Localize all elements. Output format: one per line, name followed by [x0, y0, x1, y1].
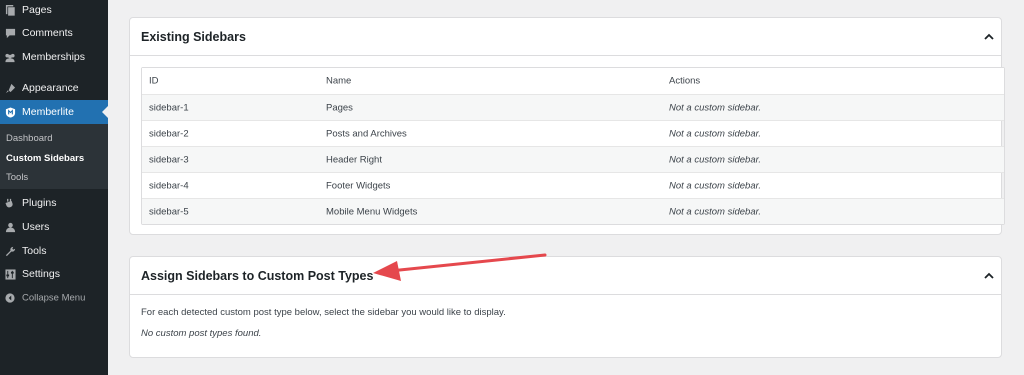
cell-name: Header Right: [326, 154, 382, 165]
cell-id: sidebar-5: [149, 206, 189, 217]
sidebar-item-tools[interactable]: Tools: [0, 239, 108, 263]
sidebar-item-label: Users: [22, 221, 50, 233]
panel-header: Assign Sidebars to Custom Post Types: [130, 257, 1001, 295]
cell-name: Pages: [326, 102, 353, 113]
cell-id: sidebar-1: [149, 102, 189, 113]
cell-name: Mobile Menu Widgets: [326, 206, 418, 217]
sidebar-item-label: Appearance: [22, 82, 79, 94]
sidebar-item-users[interactable]: Users: [0, 215, 108, 239]
existing-sidebars-panel: Existing Sidebars ID Name Actions sideba…: [129, 17, 1005, 235]
cell-action: Not a custom sidebar.: [669, 102, 762, 113]
submenu-item-dashboard[interactable]: Dashboard: [6, 133, 52, 144]
assign-sidebars-panel: Assign Sidebars to Custom Post Types For…: [129, 256, 1002, 358]
sidebar-item-label: Memberlite: [22, 106, 74, 118]
table-row: sidebar-2 Posts and Archives Not a custo…: [142, 120, 1004, 146]
sidebar-item-label: Plugins: [22, 197, 57, 209]
panel-header: Existing Sidebars: [130, 18, 1001, 56]
sidebar-item-memberlite[interactable]: Memberlite: [0, 100, 108, 124]
sidebar-item-label: Comments: [22, 27, 73, 39]
column-header-actions: Actions: [669, 75, 701, 87]
cell-id: sidebar-4: [149, 180, 189, 191]
cell-name: Footer Widgets: [326, 180, 391, 191]
memberships-icon: [4, 51, 16, 63]
sidebar-item-label: Memberships: [22, 51, 86, 63]
sidebar-item-settings[interactable]: Settings: [0, 262, 108, 286]
sidebar-item-comments[interactable]: Comments: [0, 21, 108, 45]
sidebar-item-label: Settings: [22, 268, 60, 280]
column-header-id: ID: [149, 75, 159, 87]
table-row: sidebar-4 Footer Widgets Not a custom si…: [142, 172, 1004, 198]
table-row: sidebar-1 Pages Not a custom sidebar.: [142, 94, 1004, 120]
chevron-up-icon[interactable]: [983, 31, 995, 43]
collapse-menu-button[interactable]: Collapse Menu: [0, 286, 108, 310]
cell-action: Not a custom sidebar.: [669, 154, 762, 165]
sidebar-item-plugins[interactable]: Plugins: [0, 191, 108, 215]
column-header-name: Name: [326, 75, 352, 87]
submenu-item-tools[interactable]: Tools: [6, 172, 28, 183]
assign-description: For each detected custom post type below…: [141, 307, 506, 318]
plugins-icon: [4, 197, 16, 209]
collapse-menu-label: Collapse Menu: [22, 292, 86, 304]
users-icon: [4, 221, 16, 233]
cell-name: Posts and Archives: [326, 128, 407, 139]
chevron-up-icon[interactable]: [983, 270, 995, 282]
admin-sidebar: Pages Comments Memberships Appearance Me…: [0, 0, 108, 375]
wrench-icon: [4, 245, 16, 257]
sidebar-item-memberships[interactable]: Memberships: [0, 45, 108, 69]
table-header-row: ID Name Actions: [142, 68, 1004, 94]
memberlite-submenu: Dashboard Custom Sidebars Tools: [0, 124, 108, 189]
cell-id: sidebar-2: [149, 128, 189, 139]
panel-title: Assign Sidebars to Custom Post Types: [141, 268, 374, 283]
submenu-item-custom-sidebars[interactable]: Custom Sidebars: [6, 153, 84, 164]
table-row: sidebar-5 Mobile Menu Widgets Not a cust…: [142, 198, 1004, 224]
sidebars-table: ID Name Actions sidebar-1 Pages Not a cu…: [141, 67, 1005, 225]
sidebar-item-pages[interactable]: Pages: [0, 0, 108, 22]
memberlite-icon: [4, 106, 16, 118]
panel-title: Existing Sidebars: [141, 29, 246, 44]
cell-action: Not a custom sidebar.: [669, 180, 762, 191]
comments-icon: [4, 27, 16, 39]
table-row: sidebar-3 Header Right Not a custom side…: [142, 146, 1004, 172]
cell-action: Not a custom sidebar.: [669, 206, 762, 217]
cell-id: sidebar-3: [149, 154, 189, 165]
pages-icon: [4, 4, 16, 16]
collapse-icon: [4, 292, 16, 304]
sidebar-item-appearance[interactable]: Appearance: [0, 76, 108, 100]
empty-state-message: No custom post types found.: [141, 328, 262, 339]
sidebar-item-label: Tools: [22, 245, 47, 257]
settings-icon: [4, 268, 16, 280]
appearance-icon: [4, 82, 16, 94]
sidebar-item-label: Pages: [22, 4, 52, 16]
cell-action: Not a custom sidebar.: [669, 128, 762, 139]
